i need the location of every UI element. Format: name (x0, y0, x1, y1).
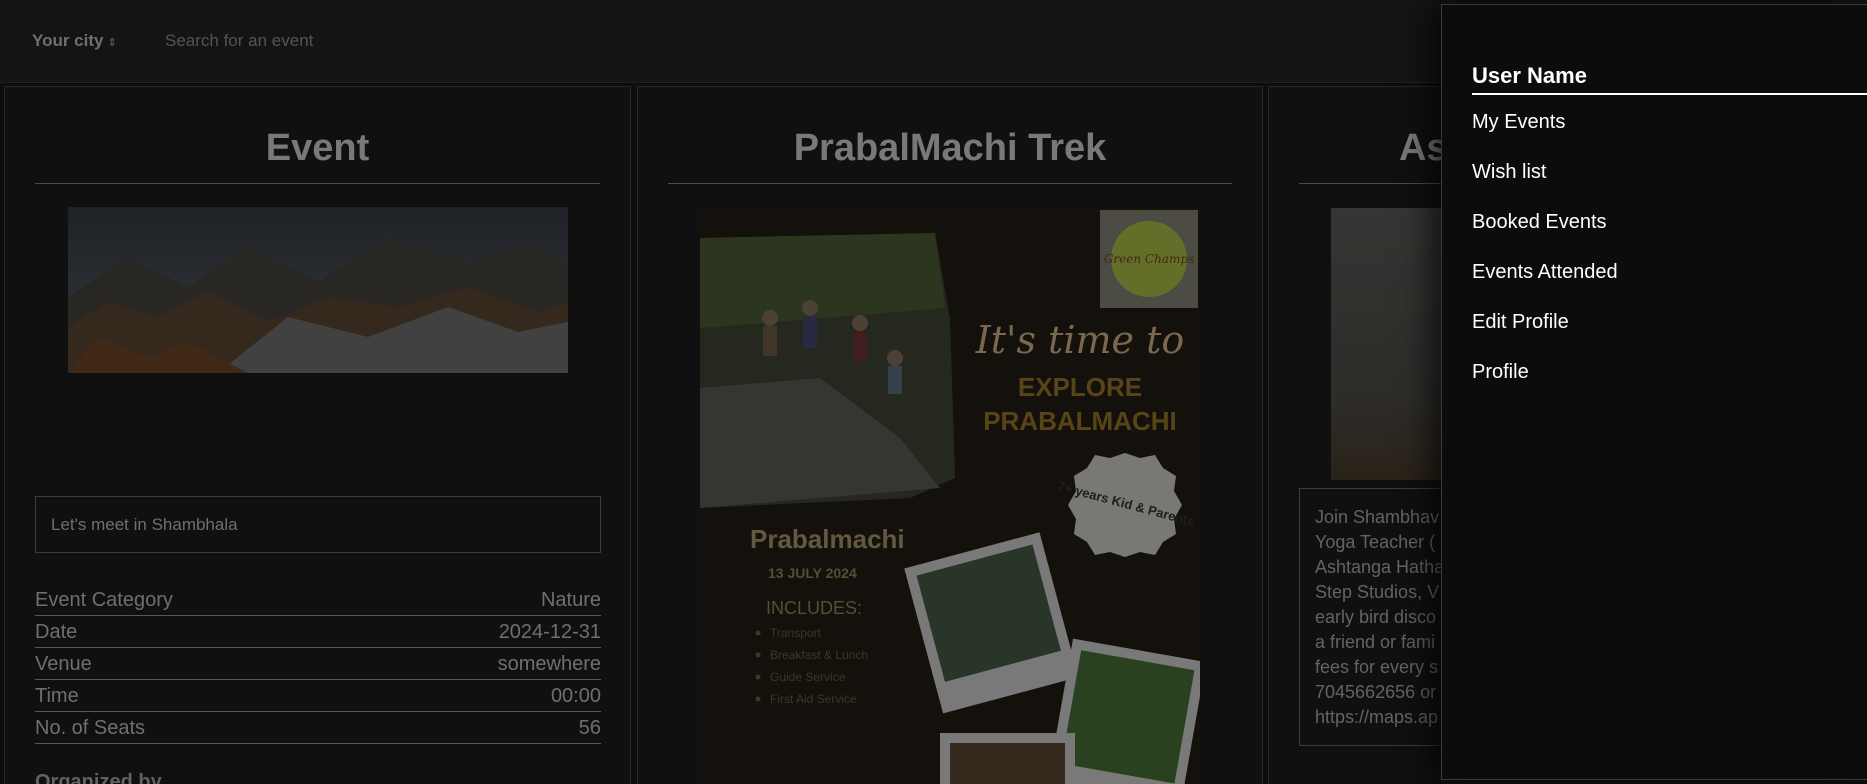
poster-headline-1: EXPLORE (1018, 372, 1142, 402)
detail-value: somewhere (497, 653, 601, 675)
detail-value: 2024-12-31 (498, 621, 601, 643)
detail-row-time: Time 00:00 (35, 680, 601, 712)
detail-label: Time (35, 685, 79, 707)
detail-row-category: Event Category Nature (35, 584, 601, 616)
menu-item-booked-events[interactable]: Booked Events (1472, 211, 1607, 234)
poster-date: 13 JULY 2024 (768, 565, 857, 581)
detail-label: No. of Seats (35, 717, 146, 739)
poster-include-item: First Aid Service (770, 692, 857, 706)
detail-label: Venue (35, 653, 92, 675)
poster-graphic: Green Champs It's time to EXPLORE PRABAL… (700, 208, 1200, 784)
event-title: Event (35, 127, 600, 184)
event-card-1[interactable]: Event Let's meet in Shambhala Event Cate… (4, 86, 631, 784)
poster-headline-script: It's time to (975, 318, 1184, 362)
poster-include-item: Transport (770, 626, 822, 640)
detail-value: 56 (578, 717, 601, 739)
event-description: Let's meet in Shambhala (35, 496, 601, 553)
detail-label: Event Category (35, 589, 173, 611)
event-card-2[interactable]: PrabalMachi Trek Green Champs It's time … (637, 86, 1263, 784)
poster-place: Prabalmachi (750, 524, 905, 554)
menu-item-wish-list[interactable]: Wish list (1472, 161, 1546, 184)
poster-headline-2: PRABALMACHI (983, 406, 1177, 436)
search-input[interactable] (165, 31, 665, 51)
event-image (68, 207, 568, 373)
event-details: Event Category Nature Date 2024-12-31 Venu… (35, 584, 601, 744)
detail-label: Date (35, 621, 78, 643)
user-menu-drawer: User Name My Events Wish list Booked Eve… (1441, 4, 1867, 780)
event-title: PrabalMachi Trek (668, 127, 1232, 184)
city-label: Your city (32, 31, 104, 50)
poster-include-item: Breakfast & Lunch (770, 648, 868, 662)
user-name: User Name (1472, 63, 1867, 95)
menu-item-my-events[interactable]: My Events (1472, 111, 1565, 134)
poster-logo-text: Green Champs (1104, 252, 1194, 266)
chevron-updown-icon: ⇕ (107, 37, 117, 49)
menu-item-edit-profile[interactable]: Edit Profile (1472, 311, 1569, 334)
detail-value: Nature (540, 589, 601, 611)
detail-row-date: Date 2024-12-31 (35, 616, 601, 648)
detail-row-venue: Venue somewhere (35, 648, 601, 680)
page: Your city⇕ Event Let's meet in Shambh (0, 0, 1867, 784)
organizer-heading: Organized by (35, 771, 162, 784)
poster-include-item: Guide Service (770, 670, 846, 684)
menu-item-events-attended[interactable]: Events Attended (1472, 261, 1618, 284)
detail-row-seats: No. of Seats 56 (35, 712, 601, 744)
detail-value: 00:00 (550, 685, 601, 707)
city-selector[interactable]: Your city ⇕ (32, 31, 117, 51)
menu-item-profile[interactable]: Profile (1472, 361, 1529, 384)
mountain-photo (68, 207, 568, 373)
poster-includes-title: INCLUDES: (766, 598, 862, 618)
event-poster: Green Champs It's time to EXPLORE PRABAL… (700, 208, 1200, 784)
